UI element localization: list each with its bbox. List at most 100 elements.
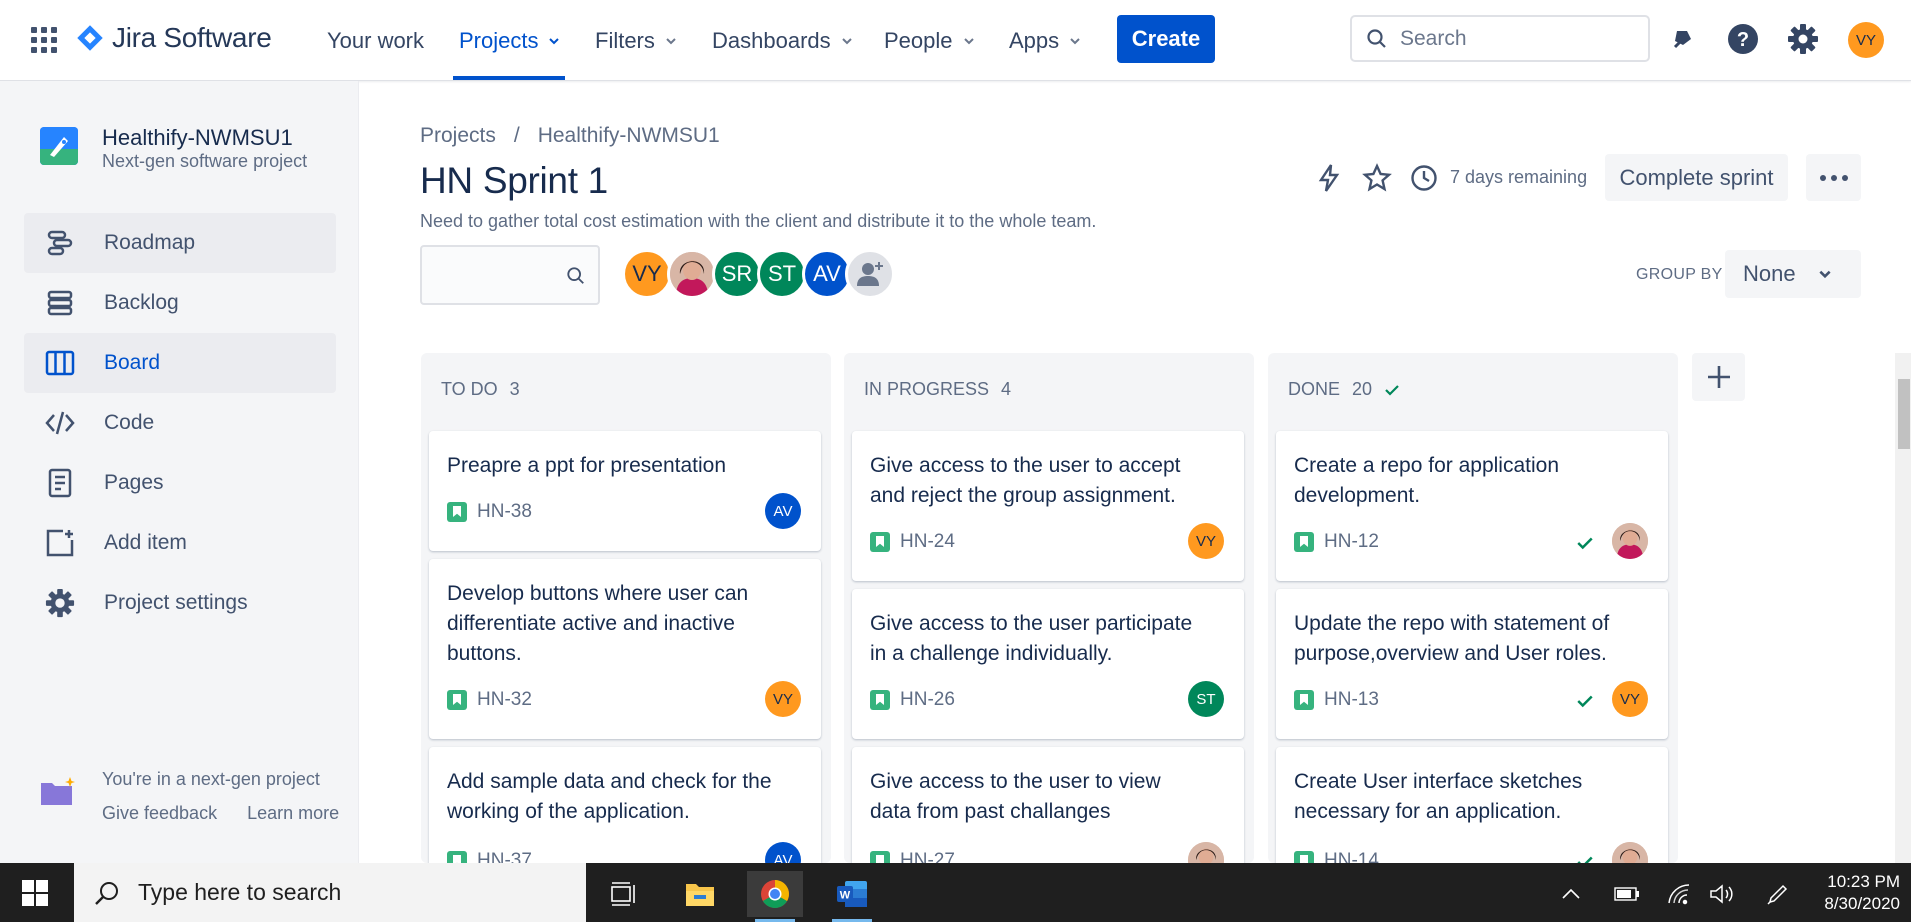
assignee-avatar[interactable]: VY (1188, 523, 1224, 559)
assignee-avatar[interactable]: VY (1612, 681, 1648, 717)
add-column-button[interactable] (1692, 353, 1745, 401)
chrome-icon[interactable] (747, 871, 803, 922)
windows-start-icon[interactable] (22, 880, 48, 906)
assignee-avatar-photo[interactable] (1612, 523, 1648, 559)
issue-card[interactable]: Give access to the user to view data fro… (852, 747, 1244, 863)
assignee-avatar[interactable]: ST (1188, 681, 1224, 717)
issue-key[interactable]: HN-24 (900, 531, 955, 553)
sidebar-item-label: Roadmap (104, 231, 196, 254)
search-icon (1367, 28, 1386, 48)
column-count: 20 (1352, 379, 1373, 399)
issue-key[interactable]: HN-12 (1324, 531, 1379, 553)
story-icon (870, 690, 890, 710)
issue-summary: Create User interface sketches necessary… (1294, 770, 1583, 823)
issue-key[interactable]: HN-38 (477, 501, 532, 523)
issue-key-row: HN-12 (1294, 531, 1379, 553)
give-feedback-link[interactable]: Give feedback (102, 803, 217, 824)
issue-card[interactable]: Preapre a ppt for presentation HN-38 AV (429, 431, 821, 551)
clock[interactable]: 10:23 PM 8/30/2020 (1815, 871, 1900, 915)
issue-card[interactable]: Create User interface sketches necessary… (1276, 747, 1668, 863)
issue-card[interactable]: Give access to the user to accept and re… (852, 431, 1244, 581)
project-name[interactable]: Healthify-NWMSU1 (102, 125, 293, 151)
column-name: DONE (1288, 379, 1341, 399)
sidebar-item-backlog[interactable]: Backlog (24, 273, 336, 333)
assignee-avatar-photo[interactable] (1612, 842, 1648, 863)
assignee-filter-avatar[interactable]: VY (622, 249, 672, 299)
automation-icon[interactable] (1314, 160, 1344, 196)
issue-card[interactable]: Update the repo with statement of purpos… (1276, 589, 1668, 739)
volume-icon[interactable] (1703, 871, 1741, 917)
assignee-avatar[interactable]: AV (765, 842, 801, 863)
issue-summary: Preapre a ppt for presentation (447, 454, 727, 477)
add-people-icon[interactable] (845, 249, 895, 299)
sidebar-item-code[interactable]: Code (24, 393, 336, 453)
issue-card[interactable]: Add sample data and check for the workin… (429, 747, 821, 863)
issue-key[interactable]: HN-27 (900, 850, 955, 863)
board-scrollbar[interactable] (1895, 353, 1911, 863)
sprint-goal: Need to gather total cost estimation wit… (420, 211, 1097, 231)
sidebar-item-add-item[interactable]: Add item (24, 513, 336, 573)
sidebar-item-board[interactable]: Board (24, 333, 336, 393)
search-input[interactable] (1400, 26, 1630, 51)
assignee-avatar-photo[interactable] (1188, 842, 1224, 863)
user-avatar[interactable]: VY (1848, 22, 1884, 58)
more-actions-icon[interactable] (1806, 154, 1861, 201)
breadcrumb-projects[interactable]: Projects (420, 124, 496, 148)
issue-card[interactable]: Give access to the user participate in a… (852, 589, 1244, 739)
nav-dashboards[interactable]: Dashboards (712, 28, 853, 54)
sidebar-item-label: Code (104, 411, 155, 434)
pen-icon[interactable] (1759, 871, 1797, 917)
done-check-icon (1577, 695, 1593, 708)
issue-key[interactable]: HN-26 (900, 689, 955, 711)
nav-projects[interactable]: Projects (459, 28, 560, 54)
issue-key-row: HN-38 (447, 501, 532, 523)
story-icon (870, 532, 890, 552)
assignee-filter-avatar[interactable]: ST (757, 249, 807, 299)
sidebar-item-roadmap[interactable]: Roadmap (24, 213, 336, 273)
issue-key[interactable]: HN-13 (1324, 689, 1379, 711)
nav-apps[interactable]: Apps (1009, 28, 1081, 54)
assignee-avatar[interactable]: VY (765, 681, 801, 717)
wifi-icon[interactable] (1660, 871, 1698, 917)
jira-diamond-icon (77, 25, 103, 51)
create-button[interactable]: Create (1117, 15, 1215, 63)
app-switcher-icon[interactable] (31, 27, 57, 53)
sidebar-item-project-settings[interactable]: Project settings (24, 573, 336, 633)
notifications-icon[interactable] (1666, 22, 1700, 56)
help-icon[interactable]: ? (1726, 22, 1760, 56)
global-search[interactable] (1350, 15, 1650, 62)
issue-card[interactable]: Develop buttons where user can different… (429, 559, 821, 739)
word-icon[interactable]: W (824, 871, 880, 922)
sidebar-item-pages[interactable]: Pages (24, 453, 336, 513)
jira-logo[interactable]: Jira Software (76, 22, 272, 54)
complete-sprint-button[interactable]: Complete sprint (1605, 154, 1788, 201)
issue-key[interactable]: HN-37 (477, 850, 532, 863)
assignee-filter-avatar[interactable]: SR (712, 249, 762, 299)
column-count: 3 (509, 379, 520, 399)
taskbar-search[interactable]: Type here to search (74, 863, 586, 922)
learn-more-link[interactable]: Learn more (247, 803, 339, 824)
assignee-avatar[interactable]: AV (765, 493, 801, 529)
issue-card[interactable]: Create a repo for application developmen… (1276, 431, 1668, 581)
task-view-icon[interactable] (595, 871, 651, 917)
group-by-select[interactable]: None (1725, 250, 1861, 298)
nav-filters[interactable]: Filters (595, 28, 677, 54)
issue-key[interactable]: HN-14 (1324, 850, 1379, 863)
file-explorer-icon[interactable] (672, 871, 728, 917)
chevron-up-icon[interactable] (1552, 871, 1590, 917)
column-header: TO DO 3 (441, 379, 520, 400)
story-icon (1294, 532, 1314, 552)
clock-date: 8/30/2020 (1824, 894, 1900, 913)
board-search-input[interactable] (420, 245, 600, 305)
done-check-icon (1577, 537, 1593, 550)
windows-taskbar: Type here to search W 10:23 PM 8/30/2020 (0, 863, 1911, 922)
scrollbar-thumb[interactable] (1898, 379, 1910, 449)
issue-key[interactable]: HN-32 (477, 689, 532, 711)
nav-your-work[interactable]: Your work (327, 28, 424, 54)
battery-icon[interactable] (1608, 871, 1646, 917)
star-icon[interactable] (1362, 160, 1392, 196)
assignee-filter-avatar-photo[interactable] (667, 249, 717, 299)
nav-people[interactable]: People (884, 28, 975, 54)
breadcrumb-project[interactable]: Healthify-NWMSU1 (538, 124, 720, 148)
settings-gear-icon[interactable] (1786, 22, 1820, 56)
